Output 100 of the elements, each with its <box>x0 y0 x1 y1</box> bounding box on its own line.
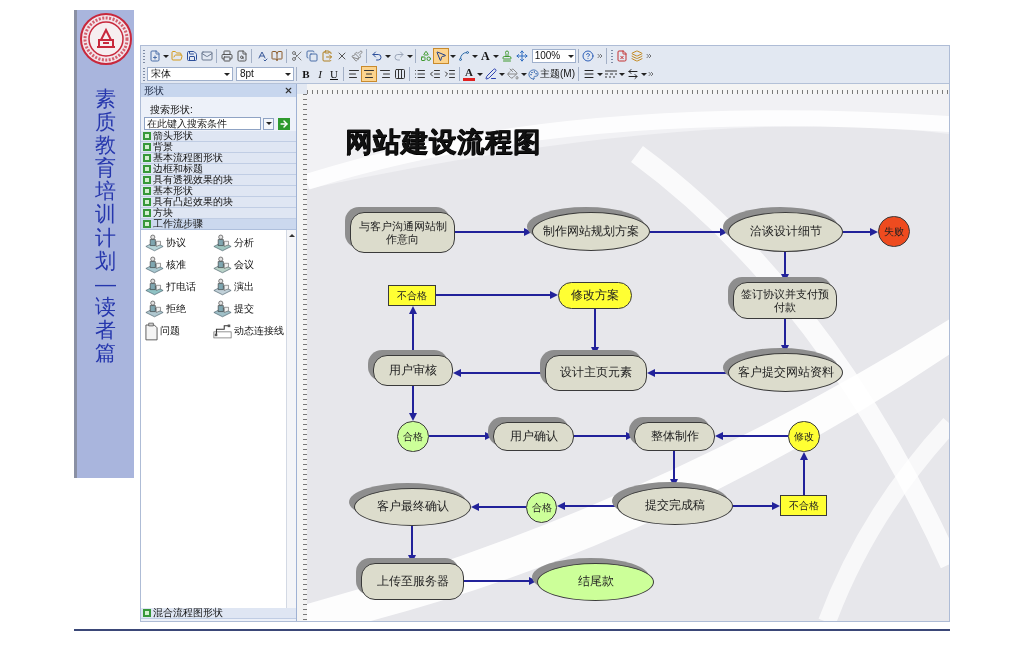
flowchart-oval: 客户提交网站资料 <box>723 348 843 392</box>
move-icon <box>516 50 529 62</box>
stencil-icon <box>143 220 151 228</box>
panel-title: 形状 <box>144 84 164 97</box>
stencil-icon <box>143 609 151 617</box>
font-size-field[interactable]: 8pt <box>236 67 294 81</box>
stencil-header[interactable]: 基本形状 <box>141 186 296 197</box>
stencil-header[interactable]: 箭头形状 <box>141 131 296 142</box>
flowchart-oval: 提交完成稿 <box>612 482 733 525</box>
overflow-icon[interactable] <box>644 52 653 60</box>
caret-icon <box>285 72 291 76</box>
person-desk-icon <box>213 256 232 274</box>
flowchart-box: 不合格 <box>780 495 827 516</box>
flowchart-oval: 洽谈设计细节 <box>723 207 843 252</box>
shape-item[interactable]: 拒绝 <box>145 299 213 319</box>
save-icon <box>185 50 198 62</box>
font-field[interactable]: 宋体 <box>147 67 233 81</box>
search-field[interactable]: 在此键入搜索条件 <box>144 117 261 130</box>
flow-arrow <box>842 228 878 236</box>
folder-icon <box>170 50 183 62</box>
copy-button[interactable] <box>304 48 319 64</box>
flowchart-step: 设计主页元素 <box>540 350 647 391</box>
shape-item[interactable]: 核准 <box>145 255 213 275</box>
align-center-button[interactable] <box>361 66 377 82</box>
stencil-icon <box>143 209 151 217</box>
research-button[interactable] <box>269 48 284 64</box>
stencil-icon <box>143 187 151 195</box>
go-button[interactable] <box>278 117 290 130</box>
flowchart-step: 用户审核 <box>368 350 453 386</box>
flow-arrow <box>409 385 417 421</box>
shape-item[interactable]: 演出 <box>213 277 286 297</box>
zoom-field[interactable]: 100% <box>531 49 576 63</box>
stencil-header[interactable]: 背景 <box>141 142 296 153</box>
stencil-header[interactable]: 方块 <box>141 208 296 219</box>
flowchart-step: 与客户沟通网站制作意向 <box>345 207 455 253</box>
caret-icon <box>384 54 391 58</box>
distribute-button[interactable] <box>392 66 407 82</box>
pan-button[interactable] <box>514 48 530 64</box>
shape-item[interactable]: 提交 <box>213 299 286 319</box>
printer-icon <box>220 50 233 62</box>
stencil-header[interactable]: 具有透视效果的块 <box>141 175 296 186</box>
font-color-swatch <box>463 78 475 81</box>
stencil-header[interactable]: 混合流程图形状 <box>141 608 296 619</box>
paintbrush-icon <box>350 50 363 62</box>
document-x-icon <box>616 50 629 62</box>
flow-arrow <box>732 502 780 510</box>
flowchart-box: 不合格 <box>388 285 436 306</box>
cut-button[interactable] <box>289 48 304 64</box>
shape-item[interactable]: 分析 <box>213 233 286 253</box>
shape-item[interactable]: 协议 <box>145 233 213 253</box>
align-left-icon <box>347 68 360 80</box>
align-center-icon <box>363 68 375 80</box>
caret-icon <box>493 54 500 58</box>
toolbar-grip[interactable] <box>610 49 613 63</box>
person-desk-icon <box>145 300 164 318</box>
print-preview-button[interactable] <box>234 48 249 64</box>
line-ends-button[interactable] <box>625 66 640 82</box>
print-button[interactable] <box>219 48 234 64</box>
connector-tool-button[interactable] <box>456 48 471 64</box>
book-icon <box>270 50 283 62</box>
overflow-icon[interactable] <box>647 70 655 78</box>
stencil-icon <box>143 176 151 184</box>
line-color-button[interactable] <box>483 66 498 82</box>
flow-arrow <box>800 452 808 496</box>
theme-button[interactable]: 主题(M) <box>527 66 576 82</box>
close-button[interactable] <box>283 85 293 96</box>
caret-icon <box>596 72 603 76</box>
person-desk-icon <box>145 256 164 274</box>
person-desk-icon <box>145 234 164 252</box>
copy-icon <box>305 50 318 62</box>
scrollbar[interactable] <box>286 230 296 608</box>
shape-item[interactable]: 打电话 <box>145 277 213 297</box>
font-color-button[interactable]: A <box>462 66 476 82</box>
shape-item[interactable]: 动态连接线 <box>213 321 286 341</box>
text-style-button[interactable]: I <box>313 66 327 82</box>
flowchart-oval: 结尾款 <box>532 558 654 601</box>
stencil-header[interactable]: 边框和标题 <box>141 164 296 175</box>
pen-icon <box>484 68 497 80</box>
overflow-icon[interactable] <box>595 52 604 60</box>
text-style-button[interactable]: B <box>299 66 313 82</box>
shape-item[interactable]: 问题 <box>145 321 213 341</box>
undo-button[interactable] <box>369 48 384 64</box>
pointer-tool-button[interactable] <box>433 48 449 64</box>
caret-icon <box>498 72 505 76</box>
flowchart-step: 用户确认 <box>488 417 574 451</box>
dropdown-button[interactable] <box>263 117 274 130</box>
shape-item[interactable]: 会议 <box>213 255 286 275</box>
text-tool-button[interactable]: A <box>478 48 493 64</box>
text-style-button[interactable]: U <box>327 66 341 82</box>
caret-icon <box>567 54 574 58</box>
columns-icon <box>393 68 406 80</box>
indent-icon <box>443 68 456 80</box>
stencil-header[interactable]: 工作流步骤 <box>141 219 296 230</box>
print-preview-icon <box>235 50 248 62</box>
stencil-header[interactable]: 基本流程图形状 <box>141 153 296 164</box>
fill-color-button[interactable] <box>505 66 520 82</box>
save-button[interactable] <box>184 48 199 64</box>
mail-button[interactable] <box>199 48 214 64</box>
stencil-icon <box>143 198 151 206</box>
flow-arrow <box>471 503 527 511</box>
